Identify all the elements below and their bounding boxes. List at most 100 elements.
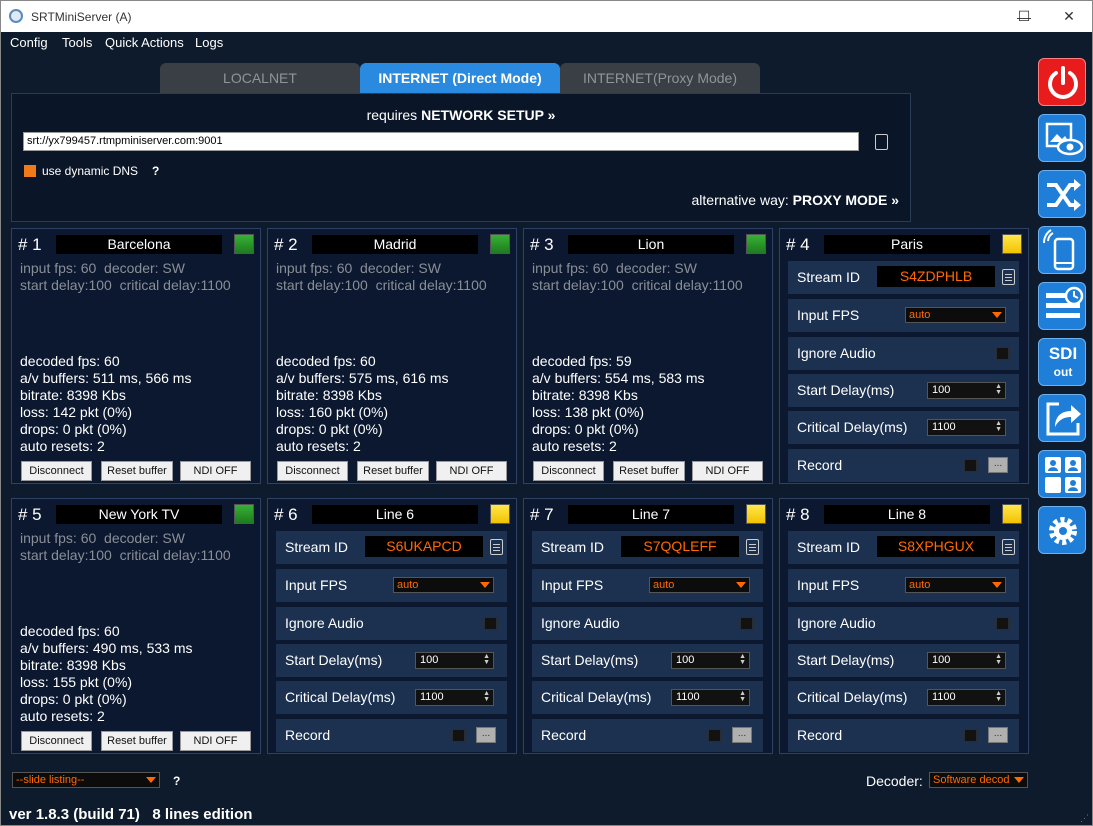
input-fps-select[interactable]: auto bbox=[649, 577, 750, 593]
record-row: Record ... bbox=[532, 719, 763, 752]
ndi-off-button[interactable]: NDI OFF bbox=[692, 461, 763, 481]
record-browse-button[interactable]: ... bbox=[476, 727, 496, 743]
spinner-arrows-icon[interactable]: ▲ ▼ bbox=[483, 690, 490, 703]
tab-internet-direct[interactable]: INTERNET (Direct Mode) bbox=[360, 63, 560, 93]
line-name[interactable]: Paris bbox=[824, 235, 990, 254]
critical-delay-value: 1100 bbox=[932, 691, 956, 703]
line-card-2: # 2 Madrid input fps: 60 decoder: SW sta… bbox=[267, 228, 517, 484]
ignore-audio-checkbox[interactable] bbox=[484, 617, 497, 630]
ignore-audio-checkbox[interactable] bbox=[996, 347, 1009, 360]
ignore-audio-checkbox[interactable] bbox=[740, 617, 753, 630]
spinner-arrows-icon[interactable]: ▲ ▼ bbox=[995, 690, 1002, 703]
spinner-arrows-icon[interactable]: ▲ ▼ bbox=[739, 690, 746, 703]
stream-id-value[interactable]: S4ZDPHLB bbox=[877, 266, 995, 287]
copy-icon[interactable] bbox=[1002, 269, 1015, 285]
reset-buffer-button[interactable]: Reset buffer bbox=[357, 461, 429, 481]
ndi-off-button[interactable]: NDI OFF bbox=[436, 461, 507, 481]
critical-delay-input[interactable]: 1100 ▲ ▼ bbox=[415, 689, 494, 706]
ndi-off-button[interactable]: NDI OFF bbox=[180, 461, 251, 481]
proxy-mode-link[interactable]: PROXY MODE » bbox=[793, 192, 899, 208]
line-card-3: # 3 Lion input fps: 60 decoder: SW start… bbox=[523, 228, 773, 484]
line-name[interactable]: Barcelona bbox=[56, 235, 222, 254]
start-delay-input[interactable]: 100 ▲ ▼ bbox=[415, 652, 494, 669]
record-browse-button[interactable]: ... bbox=[988, 727, 1008, 743]
copy-icon[interactable] bbox=[1002, 539, 1015, 555]
spinner-arrows-icon[interactable]: ▲ ▼ bbox=[995, 420, 1002, 433]
decoded-fps: decoded fps: 60 bbox=[20, 353, 120, 369]
disconnect-button[interactable]: Disconnect bbox=[21, 461, 92, 481]
start-delay-input[interactable]: 100 ▲ ▼ bbox=[927, 652, 1006, 669]
decoder-select[interactable]: Software decod bbox=[929, 772, 1028, 788]
record-checkbox[interactable] bbox=[964, 729, 977, 742]
input-fps-select[interactable]: auto bbox=[905, 307, 1006, 323]
disconnect-button[interactable]: Disconnect bbox=[21, 731, 92, 751]
mobile-button[interactable] bbox=[1038, 226, 1086, 274]
critical-delay-input[interactable]: 1100 ▲ ▼ bbox=[671, 689, 750, 706]
line-name[interactable]: Line 7 bbox=[568, 505, 734, 524]
stream-id-value[interactable]: S7QQLEFF bbox=[621, 536, 739, 557]
slide-listing-help[interactable]: ? bbox=[173, 774, 180, 788]
maximize-button[interactable]: ☐ bbox=[1002, 1, 1046, 32]
menu-tools[interactable]: Tools bbox=[62, 35, 92, 50]
preview-button[interactable] bbox=[1038, 114, 1086, 162]
copy-icon[interactable] bbox=[490, 539, 503, 555]
menu-config[interactable]: Config bbox=[10, 35, 48, 50]
reset-buffer-button[interactable]: Reset buffer bbox=[101, 461, 173, 481]
spinner-arrows-icon[interactable]: ▲ ▼ bbox=[995, 653, 1002, 666]
reset-buffer-button[interactable]: Reset buffer bbox=[101, 731, 173, 751]
record-checkbox[interactable] bbox=[452, 729, 465, 742]
critical-delay-input[interactable]: 1100 ▲ ▼ bbox=[927, 419, 1006, 436]
shuffle-button[interactable] bbox=[1038, 170, 1086, 218]
line-name[interactable]: Line 8 bbox=[824, 505, 990, 524]
dynamic-dns-help[interactable]: ? bbox=[152, 164, 159, 178]
schedule-button[interactable] bbox=[1038, 282, 1086, 330]
network-setup-link[interactable]: NETWORK SETUP » bbox=[421, 107, 555, 123]
copy-icon[interactable] bbox=[875, 134, 888, 150]
line-card-8: # 8 Line 8 Stream ID S8XPHGUX Input FPS … bbox=[779, 498, 1029, 754]
record-browse-button[interactable]: ... bbox=[988, 457, 1008, 473]
slide-listing-select[interactable]: --slide listing-- bbox=[12, 772, 160, 788]
menu-logs[interactable]: Logs bbox=[195, 35, 223, 50]
stream-stats: decoded fps: 60 a/v buffers: 490 ms, 533… bbox=[20, 623, 193, 725]
input-fps-select[interactable]: auto bbox=[393, 577, 494, 593]
resize-grip-icon[interactable]: ⋰ bbox=[1080, 813, 1089, 824]
copy-icon[interactable] bbox=[746, 539, 759, 555]
record-checkbox[interactable] bbox=[708, 729, 721, 742]
record-checkbox[interactable] bbox=[964, 459, 977, 472]
critical-delay-input[interactable]: 1100 ▲ ▼ bbox=[927, 689, 1006, 706]
stream-id-value[interactable]: S8XPHGUX bbox=[877, 536, 995, 557]
loss: loss: 160 pkt (0%) bbox=[276, 404, 389, 420]
line-name[interactable]: Line 6 bbox=[312, 505, 478, 524]
power-button[interactable] bbox=[1038, 58, 1086, 106]
srt-url-field[interactable]: srt://yx799457.rtmpminiserver.com:9001 bbox=[23, 132, 859, 151]
start-delay-input[interactable]: 100 ▲ ▼ bbox=[927, 382, 1006, 399]
input-fps-select[interactable]: auto bbox=[905, 577, 1006, 593]
disconnect-button[interactable]: Disconnect bbox=[533, 461, 604, 481]
power-icon bbox=[1048, 66, 1078, 99]
dynamic-dns-checkbox[interactable] bbox=[24, 165, 36, 177]
stream-id-value[interactable]: S6UKAPCD bbox=[365, 536, 483, 557]
record-browse-button[interactable]: ... bbox=[732, 727, 752, 743]
ndi-off-button[interactable]: NDI OFF bbox=[180, 731, 251, 751]
line-name[interactable]: Madrid bbox=[312, 235, 478, 254]
line-name[interactable]: New York TV bbox=[56, 505, 222, 524]
tab-localnet[interactable]: LOCALNET bbox=[160, 63, 360, 93]
sdi-out-button[interactable]: SDI out bbox=[1038, 338, 1086, 386]
close-button[interactable]: ✕ bbox=[1046, 1, 1092, 32]
spinner-arrows-icon[interactable]: ▲ ▼ bbox=[483, 653, 490, 666]
record-label: Record bbox=[797, 727, 843, 743]
settings-button[interactable] bbox=[1038, 506, 1086, 554]
users-button[interactable] bbox=[1038, 450, 1086, 498]
line-name[interactable]: Lion bbox=[568, 235, 734, 254]
start-delay-input[interactable]: 100 ▲ ▼ bbox=[671, 652, 750, 669]
spinner-arrows-icon[interactable]: ▲ ▼ bbox=[739, 653, 746, 666]
record-row: Record ... bbox=[788, 449, 1019, 482]
tab-internet-proxy[interactable]: INTERNET(Proxy Mode) bbox=[560, 63, 760, 93]
share-button[interactable] bbox=[1038, 394, 1086, 442]
reset-buffer-button[interactable]: Reset buffer bbox=[613, 461, 685, 481]
menu-quick-actions[interactable]: Quick Actions bbox=[105, 35, 184, 50]
spinner-arrows-icon[interactable]: ▲ ▼ bbox=[995, 383, 1002, 396]
ignore-audio-checkbox[interactable] bbox=[996, 617, 1009, 630]
start-delay-row: Start Delay(ms) 100 ▲ ▼ bbox=[788, 644, 1019, 677]
disconnect-button[interactable]: Disconnect bbox=[277, 461, 348, 481]
